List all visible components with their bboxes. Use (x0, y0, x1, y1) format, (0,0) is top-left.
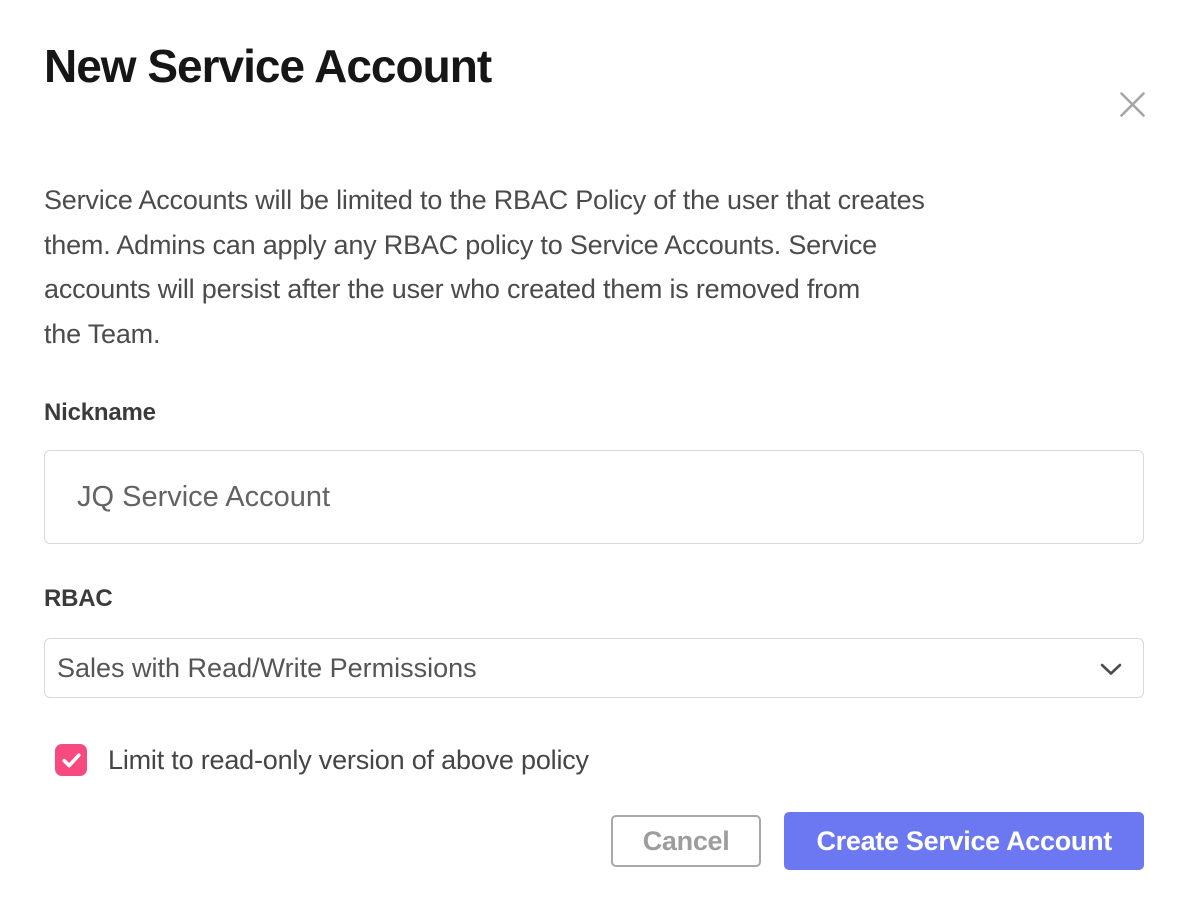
check-icon (62, 753, 81, 768)
description-line: Service Accounts will be limited to the … (44, 178, 1146, 223)
close-button[interactable] (1112, 84, 1152, 124)
create-service-account-button[interactable]: Create Service Account (784, 812, 1144, 870)
nickname-input[interactable] (44, 450, 1144, 544)
nickname-label: Nickname (44, 398, 1146, 428)
description-line: them. Admins can apply any RBAC policy t… (44, 223, 1146, 268)
dialog-description: Service Accounts will be limited to the … (44, 178, 1146, 356)
description-line: the Team. (44, 312, 1146, 357)
limit-readonly-label: Limit to read-only version of above poli… (108, 745, 589, 776)
rbac-select[interactable]: Sales with Read/Write Permissions (44, 638, 1144, 698)
new-service-account-dialog: New Service Account Service Accounts wil… (0, 40, 1190, 904)
description-line: accounts will persist after the user who… (44, 267, 1146, 312)
rbac-label: RBAC (44, 584, 1146, 614)
dialog-title: New Service Account (44, 40, 1146, 92)
limit-readonly-checkbox[interactable] (55, 744, 87, 776)
close-icon (1119, 91, 1146, 118)
dialog-actions: Cancel Create Service Account (44, 812, 1144, 870)
limit-readonly-checkbox-row[interactable]: Limit to read-only version of above poli… (44, 744, 1146, 776)
rbac-select-wrap: Sales with Read/Write Permissions (44, 638, 1144, 698)
cancel-button[interactable]: Cancel (611, 815, 762, 867)
